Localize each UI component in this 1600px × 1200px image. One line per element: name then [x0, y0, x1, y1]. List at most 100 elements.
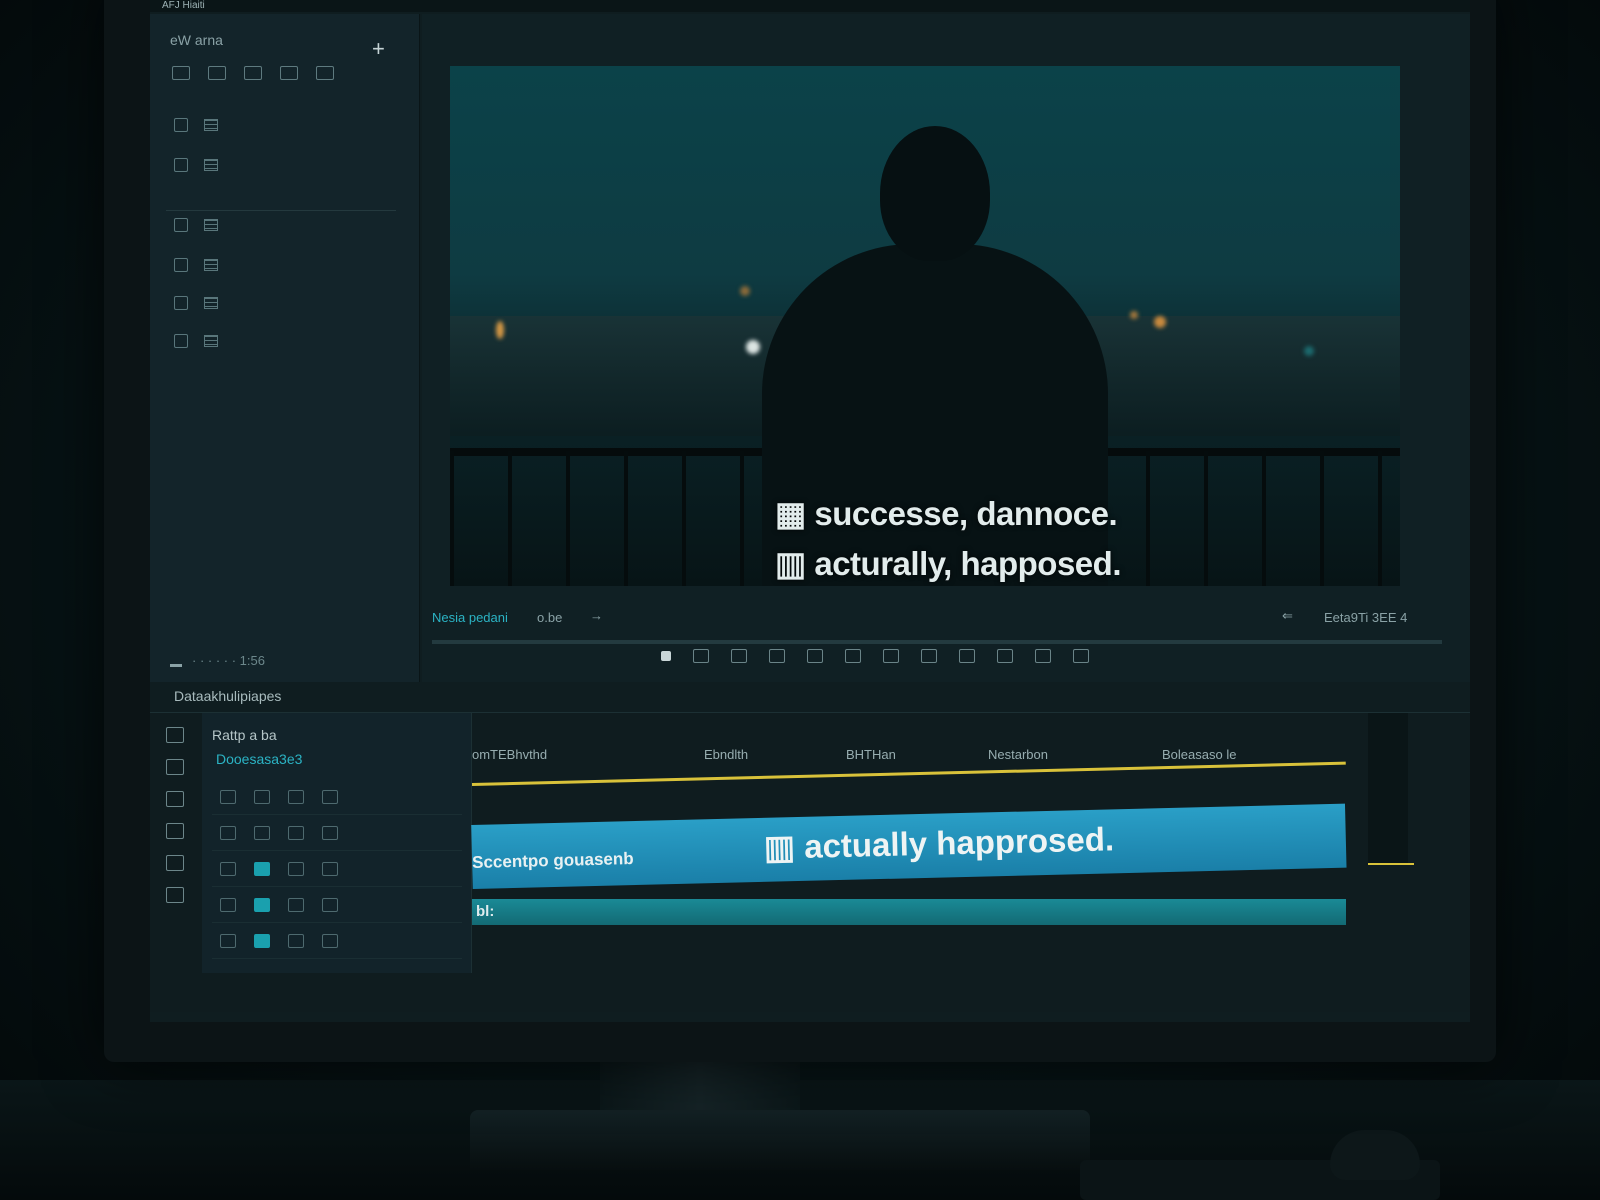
pen-icon[interactable]: [220, 861, 236, 876]
transport-controls: [150, 644, 1470, 668]
pen-icon[interactable]: [220, 825, 236, 840]
zoom-tool-icon[interactable]: [166, 887, 184, 903]
person-silhouette-head: [880, 126, 990, 261]
list-icon: [204, 119, 218, 131]
visibility-toggle-icon[interactable]: [254, 861, 270, 876]
grid-view-icon[interactable]: [280, 66, 298, 80]
loop-button[interactable]: [883, 649, 899, 663]
media-item[interactable]: [174, 296, 218, 310]
list-icon: [204, 297, 218, 309]
track-row[interactable]: [212, 923, 462, 959]
pen-icon[interactable]: [220, 897, 236, 912]
timecode[interactable]: Nesia pedani: [432, 610, 508, 625]
clip-name: Sccentpo gouasenb: [471, 849, 634, 872]
level-marker: [1368, 863, 1414, 865]
mark-out-button[interactable]: [731, 649, 747, 663]
track-row[interactable]: [212, 887, 462, 923]
transition-icon: [174, 218, 188, 232]
column-header[interactable]: Boleasaso le: [1162, 747, 1236, 762]
media-item[interactable]: [174, 158, 218, 172]
media-toolbar: [172, 66, 334, 80]
back-icon[interactable]: ⇐: [1282, 608, 1293, 624]
waveform-icon[interactable]: [208, 66, 226, 80]
pen-icon[interactable]: [220, 933, 236, 948]
video-frame[interactable]: ▦ successe, dannoce. ▥ acturally, happos…: [450, 66, 1400, 586]
media-panel-title: eW arna: [170, 32, 223, 48]
mark-in-button[interactable]: [693, 649, 709, 663]
import-icon[interactable]: [172, 66, 190, 80]
timeline-scrollbar[interactable]: [1368, 713, 1408, 863]
go-to-in-button[interactable]: [769, 649, 785, 663]
mouse: [1330, 1130, 1420, 1180]
safe-margins-button[interactable]: [921, 649, 937, 663]
clip-icon: [174, 334, 188, 348]
column-header[interactable]: omTEBhvthd: [472, 747, 547, 762]
list-icon: [204, 159, 218, 171]
selection-tool-icon[interactable]: [166, 727, 184, 743]
column-header[interactable]: Ebndlth: [704, 747, 748, 762]
edit-icon[interactable]: [254, 789, 270, 804]
step-back-button[interactable]: [807, 649, 823, 663]
search-icon: [174, 296, 188, 310]
subtitle-line-2: ▥ acturally, happosed.: [775, 545, 1122, 582]
divider: [166, 210, 396, 211]
close-icon[interactable]: [322, 861, 338, 876]
track-row[interactable]: [212, 779, 462, 815]
timeline-tools: [158, 727, 192, 903]
list-view-icon[interactable]: [316, 66, 334, 80]
media-item[interactable]: [174, 258, 218, 272]
bell-icon: [174, 258, 188, 272]
media-item[interactable]: [174, 118, 218, 132]
pen-icon[interactable]: [220, 789, 236, 804]
slip-tool-icon[interactable]: [166, 791, 184, 807]
link-tool-icon[interactable]: [166, 855, 184, 871]
text-icon: [174, 118, 188, 132]
settings-button[interactable]: [1073, 649, 1089, 663]
person-silhouette-body: [762, 244, 1108, 586]
stop-button[interactable]: [661, 651, 671, 661]
insert-button[interactable]: [959, 649, 975, 663]
add-media-button[interactable]: +: [372, 38, 385, 60]
subtitle-clip[interactable]: Sccentpo gouasenb ▥ actually happrosed.: [471, 803, 1347, 889]
arrow-right-icon[interactable]: →: [590, 608, 603, 623]
speaker-icon[interactable]: [322, 933, 338, 948]
subtitle-line-1: ▦ successe, dannoce.: [775, 495, 1118, 532]
close-icon[interactable]: [322, 825, 338, 840]
frame-rate: o.be: [537, 610, 563, 625]
column-header[interactable]: Nestarbon: [988, 747, 1048, 762]
column-header[interactable]: BHTHan: [846, 747, 896, 762]
city-light: [1130, 311, 1138, 319]
grid-icon[interactable]: [288, 933, 304, 948]
title-bar: AFJ Hiaiti: [150, 0, 1470, 12]
export-frame-button[interactable]: [1035, 649, 1051, 663]
list-icon: [204, 259, 218, 271]
visibility-toggle-icon[interactable]: [254, 933, 270, 948]
track-row[interactable]: [212, 815, 462, 851]
city-light: [740, 286, 750, 296]
track-row[interactable]: [212, 851, 462, 887]
grid-icon[interactable]: [288, 825, 304, 840]
track-rows: [212, 779, 462, 959]
track-tool-icon[interactable]: [166, 823, 184, 839]
play-button[interactable]: [845, 649, 861, 663]
city-light: [1154, 316, 1166, 328]
audio-clip[interactable]: bl:: [472, 899, 1346, 925]
program-viewer: ▦ successe, dannoce. ▥ acturally, happos…: [422, 14, 1470, 682]
razor-tool-icon[interactable]: [166, 759, 184, 775]
grid-icon[interactable]: [288, 861, 304, 876]
track-subtitle[interactable]: Dooesasa3e3: [216, 751, 302, 767]
timeline-panel: Rattp a ba Dooesasa3e3 omTEBhvthd Ebndlt…: [150, 712, 1470, 1012]
list-icon: [204, 219, 218, 231]
keyframe-icon[interactable]: [288, 789, 304, 804]
play-icon[interactable]: [322, 789, 338, 804]
media-item[interactable]: [174, 334, 218, 348]
edit-icon[interactable]: [254, 825, 270, 840]
clip-caption-text: ▥ actually happrosed.: [763, 820, 1115, 866]
close-icon[interactable]: [322, 897, 338, 912]
grid-icon[interactable]: [288, 897, 304, 912]
bin-icon[interactable]: [244, 66, 262, 80]
overwrite-button[interactable]: [997, 649, 1013, 663]
media-item[interactable]: [174, 218, 218, 232]
visibility-toggle-icon[interactable]: [254, 897, 270, 912]
media-panel: eW arna + · · · · · · 1:56: [150, 14, 420, 682]
